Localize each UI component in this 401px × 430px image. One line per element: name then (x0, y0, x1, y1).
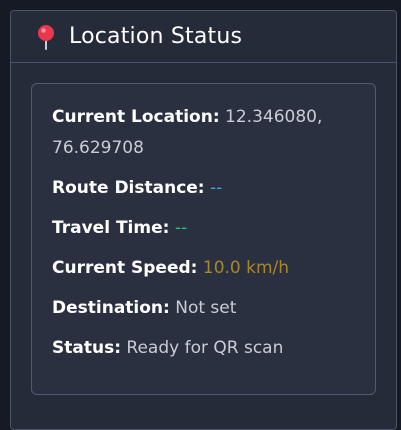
status-label: Status: (52, 338, 121, 358)
travel-time-label: Travel Time: (52, 218, 170, 238)
status-row: Status: Ready for QR scan (52, 333, 355, 364)
route-distance-value: -- (210, 178, 223, 198)
route-distance-row: Route Distance: -- (52, 173, 355, 204)
status-card: Current Location: 12.346080, 76.629708 R… (31, 83, 376, 395)
travel-time-value: -- (174, 218, 188, 238)
current-speed-row: Current Speed: 10.0 km/h (52, 253, 355, 284)
location-status-panel: Location Status Current Location: 12.346… (10, 10, 397, 430)
route-distance-label: Route Distance: (52, 178, 205, 198)
pushpin-icon (38, 24, 54, 50)
current-speed-value: 10.0 km/h (202, 258, 290, 278)
status-value: Ready for QR scan (126, 338, 284, 358)
travel-time-row: Travel Time: -- (52, 213, 355, 244)
destination-row: Destination: Not set (52, 293, 355, 324)
destination-label: Destination: (52, 298, 170, 318)
destination-value: Not set (175, 298, 237, 318)
current-location-row: Current Location: 12.346080, 76.629708 (52, 102, 355, 164)
panel-header: Location Status (11, 11, 396, 63)
panel-title: Location Status (69, 24, 243, 49)
current-location-label: Current Location: (52, 107, 220, 127)
current-speed-label: Current Speed: (52, 258, 198, 278)
